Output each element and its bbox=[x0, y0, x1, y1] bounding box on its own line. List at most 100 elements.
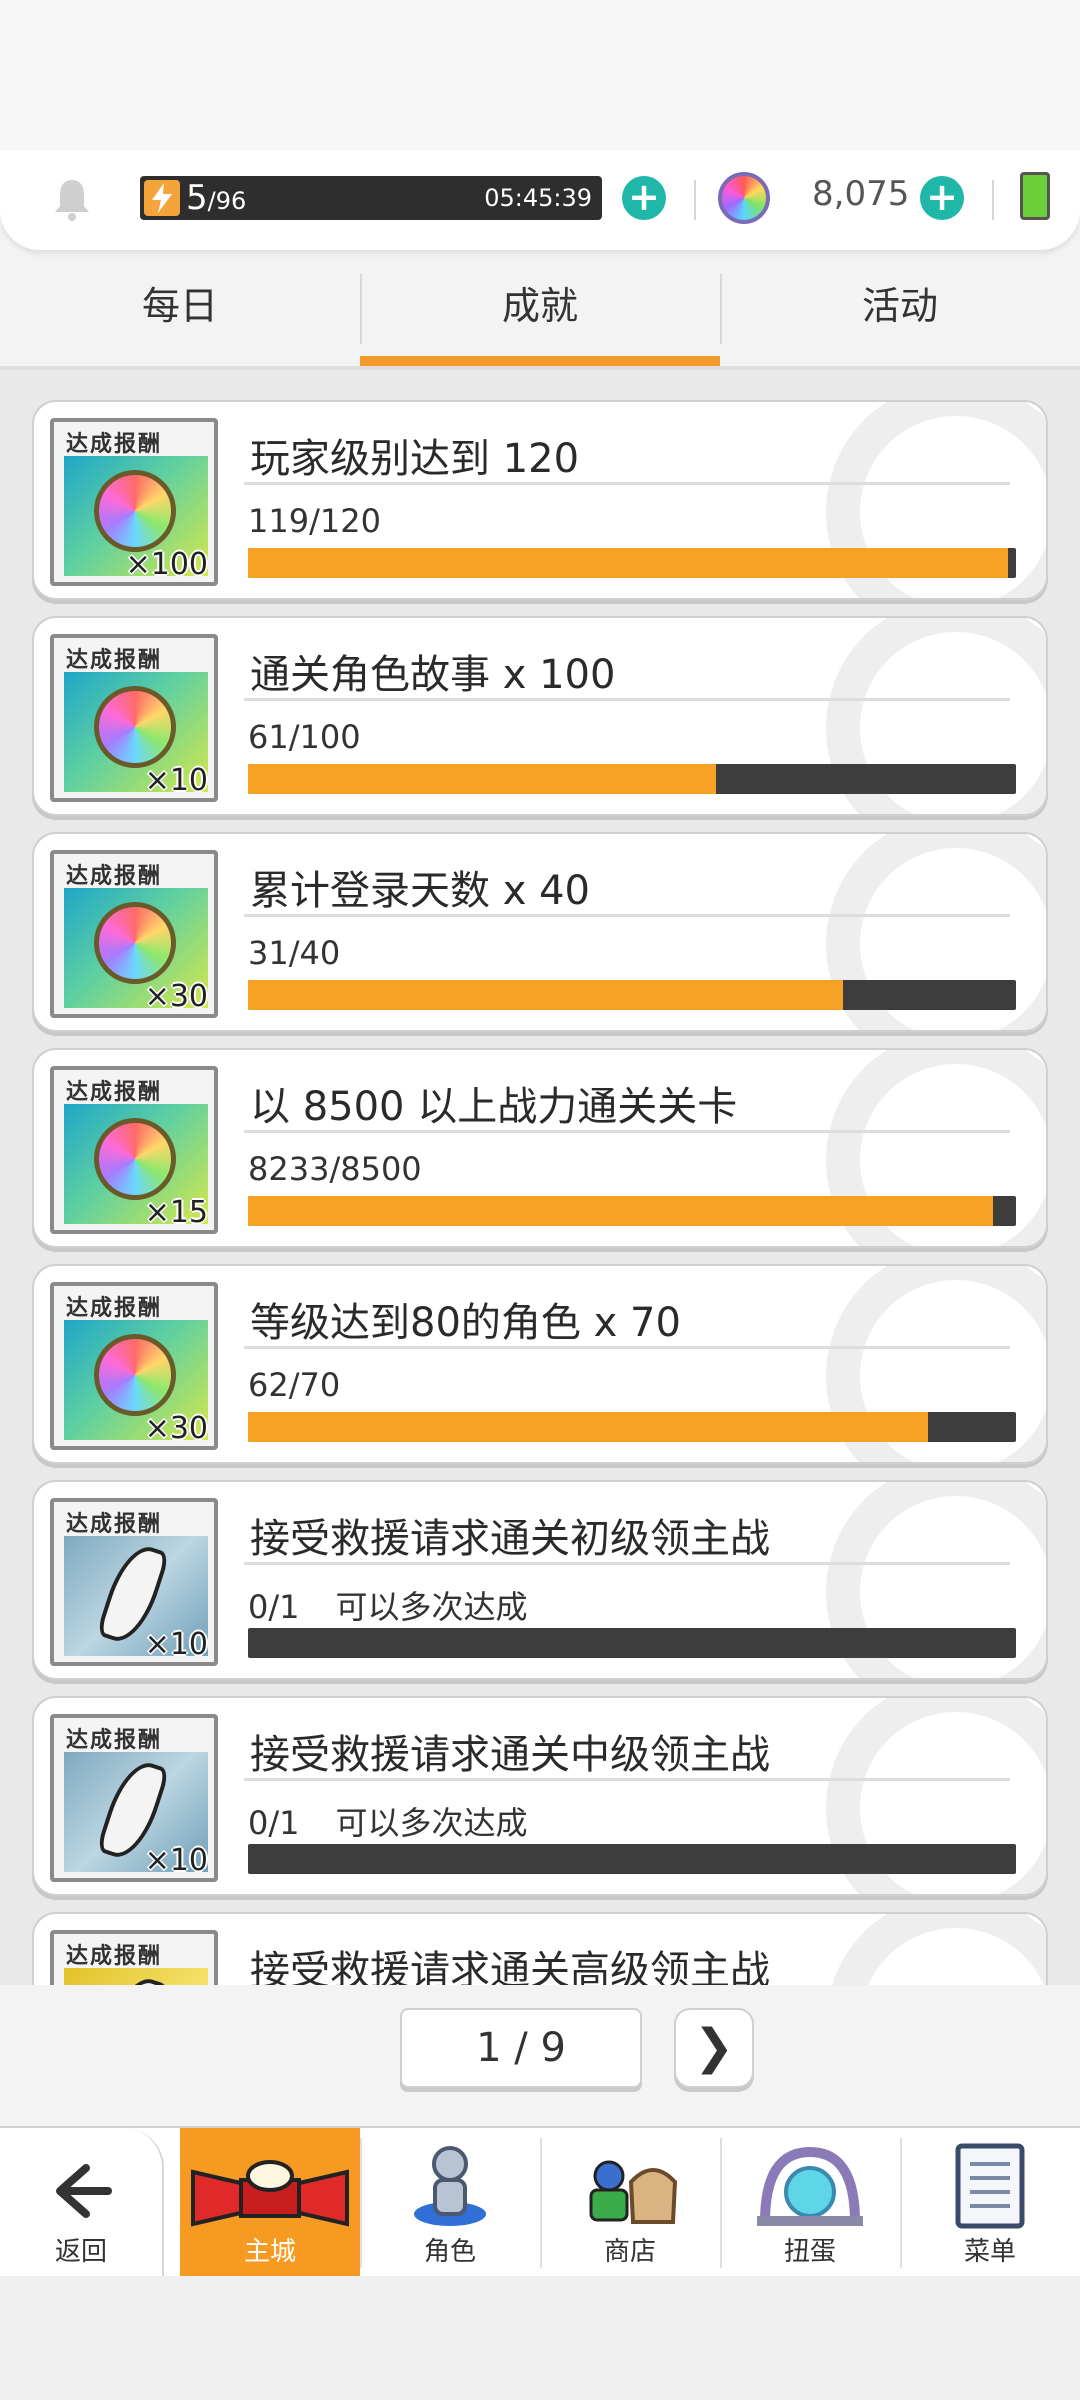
achievement-card[interactable]: 达成报酬 ×10 接受救援请求通关初级领主战 0/1 可以多次达成 bbox=[32, 1480, 1048, 1680]
reward-quantity: ×10 bbox=[144, 1627, 208, 1662]
reward-quantity: ×10 bbox=[144, 763, 208, 798]
title-divider bbox=[244, 698, 1010, 701]
nav-back-button[interactable]: 返回 bbox=[0, 2128, 164, 2278]
reward-box[interactable]: 达成报酬 ×10 bbox=[50, 1498, 218, 1666]
achievement-title: 等级达到80的角色 x 70 bbox=[250, 1300, 681, 1346]
title-divider bbox=[244, 1562, 1010, 1565]
reward-label: 达成报酬 bbox=[66, 1944, 163, 1969]
card-background-emblem bbox=[826, 1914, 1046, 1985]
achievement-title: 通关角色故事 x 100 bbox=[250, 652, 616, 698]
reward-quantity: ×30 bbox=[144, 1411, 208, 1446]
nav-shop[interactable]: 商店 bbox=[540, 2128, 720, 2278]
reward-box[interactable]: 达成报酬 ×100 bbox=[50, 418, 218, 586]
progress-bar bbox=[248, 1844, 1016, 1874]
nav-menu[interactable]: 菜单 bbox=[900, 2128, 1080, 2278]
reward-quantity: ×15 bbox=[144, 1195, 208, 1230]
reward-box[interactable]: 达成报酬 ×30 bbox=[50, 850, 218, 1018]
progress-bar bbox=[248, 1412, 1016, 1442]
divider bbox=[694, 180, 696, 220]
menu-icon bbox=[955, 2143, 1025, 2229]
reward-label: 达成报酬 bbox=[66, 864, 163, 889]
progress-bar bbox=[248, 764, 1016, 794]
rainbow-gem-icon bbox=[94, 1334, 176, 1416]
achievement-card[interactable]: 达成报酬 ×15 以 8500 以上战力通关关卡 8233/8500 bbox=[32, 1048, 1048, 1248]
reward-label: 达成报酬 bbox=[66, 1080, 163, 1105]
notification-bell-icon[interactable] bbox=[52, 176, 92, 222]
reward-quantity: ×30 bbox=[144, 979, 208, 1014]
shop-icon bbox=[589, 2160, 678, 2224]
progress-bar bbox=[248, 980, 1016, 1010]
nav-label: 菜单 bbox=[963, 2237, 1016, 2267]
reward-box[interactable]: 达成报酬 ×10 bbox=[50, 1714, 218, 1882]
reward-box[interactable]: 达成报酬 ×30 bbox=[50, 1282, 218, 1450]
progress-fill bbox=[248, 980, 844, 1010]
progress-bar bbox=[248, 548, 1016, 578]
castle-icon bbox=[191, 2160, 349, 2227]
gacha-icon bbox=[757, 2146, 863, 2226]
reward-label: 达成报酬 bbox=[66, 1728, 163, 1753]
achievement-card[interactable]: 达成报酬 ×30 累计登录天数 x 40 31/40 bbox=[32, 832, 1048, 1032]
title-divider bbox=[244, 482, 1010, 485]
reward-box[interactable]: 达成报酬 ×10 bbox=[50, 634, 218, 802]
tab-daily[interactable]: 每日 bbox=[0, 256, 360, 368]
achievement-list[interactable]: 达成报酬 ×100 玩家级别达到 120 119/120 达成报酬 ×10 通关角色故事 x… bbox=[0, 370, 1080, 1985]
nav-label: 商店 bbox=[603, 2237, 656, 2267]
reward-label: 达成报酬 bbox=[66, 1296, 163, 1321]
progress-fill bbox=[248, 1196, 993, 1226]
nav-gacha[interactable]: 扭蛋 bbox=[720, 2128, 900, 2278]
stamina-timer: 05:45:39 bbox=[484, 184, 592, 212]
rainbow-gem-icon bbox=[718, 172, 770, 224]
progress-fill bbox=[248, 764, 717, 794]
stamina-count: 5/96 bbox=[186, 178, 247, 218]
tab-bar: 每日 成就 活动 bbox=[0, 256, 1080, 368]
title-divider bbox=[244, 1346, 1010, 1349]
rainbow-gem-icon bbox=[94, 902, 176, 984]
title-divider bbox=[244, 1778, 1010, 1781]
lightning-icon bbox=[144, 180, 180, 216]
achievement-card[interactable]: 达成报酬 ×10 接受救援请求通关中级领主战 0/1 可以多次达成 bbox=[32, 1696, 1048, 1896]
tab-achievements[interactable]: 成就 bbox=[360, 256, 720, 368]
repeatable-note: 可以多次达成 bbox=[335, 1804, 528, 1842]
progress-bar bbox=[248, 1628, 1016, 1658]
achievement-card[interactable]: 达成报酬 接受救援请求通关高级领主战 bbox=[32, 1912, 1048, 1985]
feather-icon bbox=[95, 1971, 171, 1985]
reward-label: 达成报酬 bbox=[66, 432, 163, 457]
progress-text: 0/1 可以多次达成 bbox=[248, 1582, 528, 1628]
rainbow-gem-icon bbox=[94, 686, 176, 768]
nav-main-city[interactable]: 主城 bbox=[180, 2128, 360, 2278]
nav-label: 返回 bbox=[54, 2237, 107, 2267]
nav-label: 角色 bbox=[423, 2237, 476, 2267]
system-bar-area bbox=[0, 2276, 1080, 2400]
achievement-card[interactable]: 达成报酬 ×10 通关角色故事 x 100 61/100 bbox=[32, 616, 1048, 816]
achievement-card[interactable]: 达成报酬 ×100 玩家级别达到 120 119/120 bbox=[32, 400, 1048, 600]
rainbow-gem-icon bbox=[94, 470, 176, 552]
resource-bar: 5/96 05:45:39 + 8,075 + bbox=[0, 150, 1080, 250]
stamina-bar: 5/96 05:45:39 bbox=[140, 176, 602, 220]
nav-label: 主城 bbox=[243, 2237, 296, 2267]
achievement-title: 累计登录天数 x 40 bbox=[250, 868, 590, 914]
progress-text: 8233/8500 bbox=[248, 1150, 422, 1188]
progress-fill bbox=[248, 548, 1009, 578]
progress-text: 119/120 bbox=[248, 502, 381, 540]
progress-value: 119/120 bbox=[248, 502, 381, 540]
progress-bar bbox=[248, 1196, 1016, 1226]
tab-events[interactable]: 活动 bbox=[720, 256, 1080, 368]
reward-art bbox=[64, 1968, 208, 1985]
top-blank-area bbox=[0, 0, 1080, 150]
achievement-title: 接受救援请求通关中级领主战 bbox=[250, 1732, 770, 1778]
next-page-button[interactable]: ❯ bbox=[674, 2008, 754, 2088]
reward-box[interactable]: 达成报酬 bbox=[50, 1930, 218, 1985]
gem-count: 8,075 bbox=[812, 174, 910, 214]
progress-value: 61/100 bbox=[248, 718, 361, 756]
reward-label: 达成报酬 bbox=[66, 1512, 163, 1537]
achievement-title: 以 8500 以上战力通关关卡 bbox=[250, 1084, 738, 1130]
progress-fill bbox=[248, 1412, 929, 1442]
achievement-title: 接受救援请求通关高级领主战 bbox=[250, 1948, 770, 1985]
progress-text: 31/40 bbox=[248, 934, 340, 972]
nav-characters[interactable]: 角色 bbox=[360, 2128, 540, 2278]
add-stamina-button[interactable]: + bbox=[622, 176, 666, 220]
progress-value: 8233/8500 bbox=[248, 1150, 422, 1188]
achievement-card[interactable]: 达成报酬 ×30 等级达到80的角色 x 70 62/70 bbox=[32, 1264, 1048, 1464]
reward-box[interactable]: 达成报酬 ×15 bbox=[50, 1066, 218, 1234]
add-gems-button[interactable]: + bbox=[920, 176, 964, 220]
